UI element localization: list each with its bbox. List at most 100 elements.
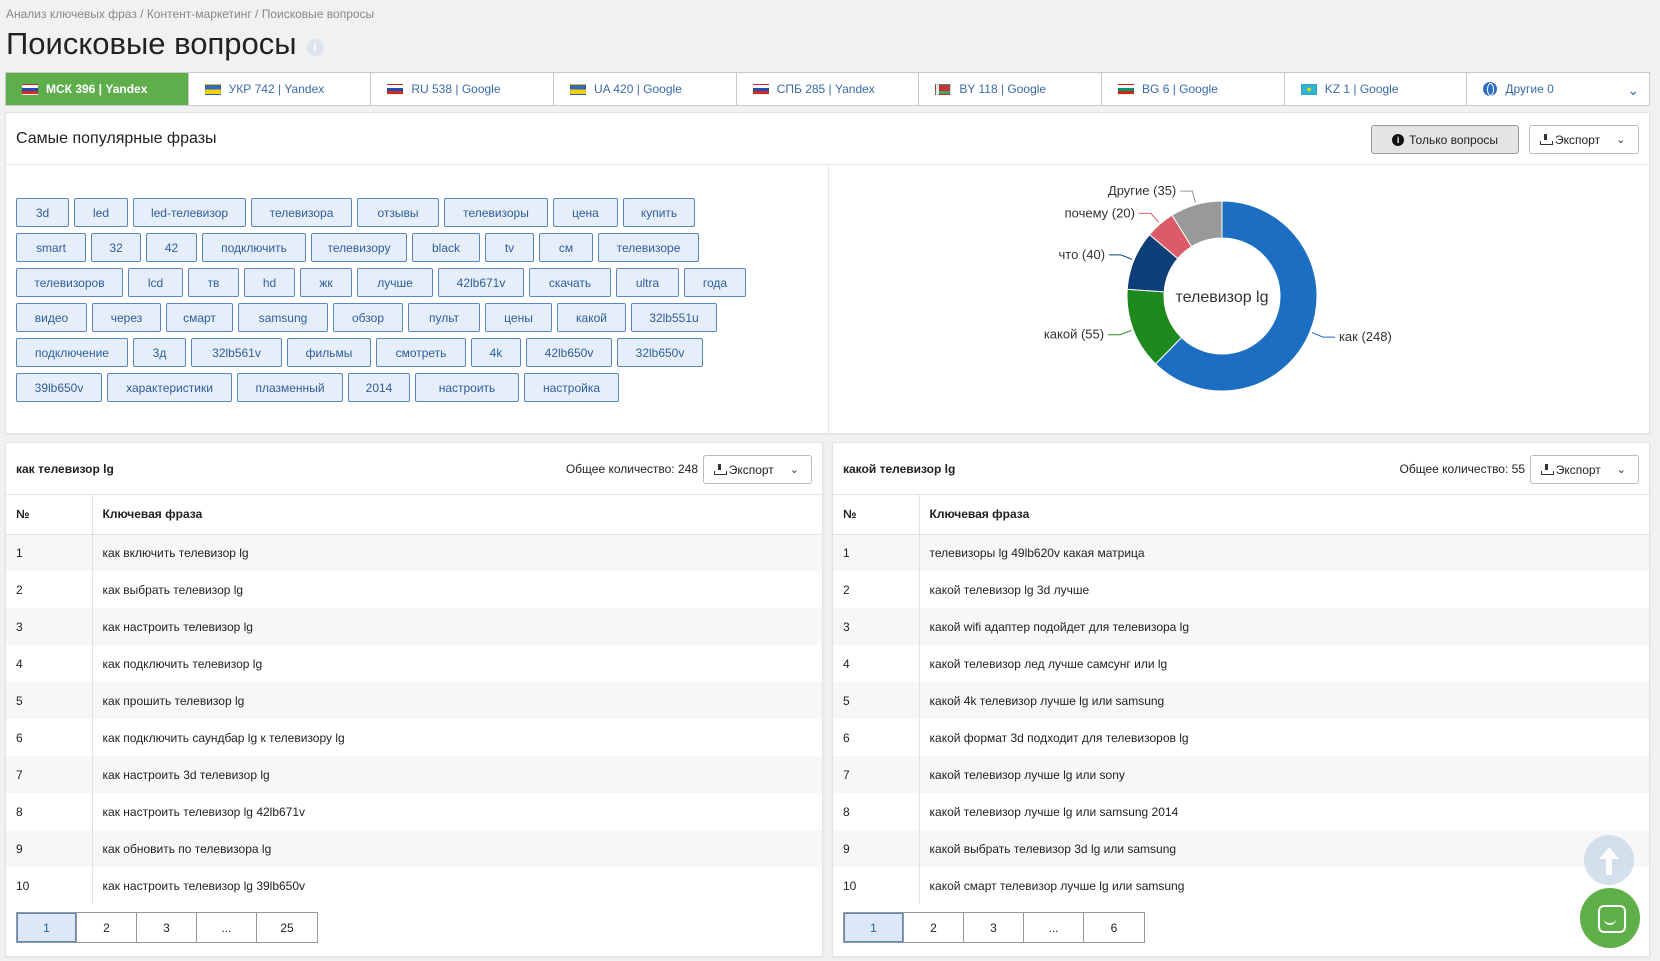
region-tab-1[interactable]: УКР 742 | Yandex — [189, 73, 372, 105]
table-row[interactable]: 1 как включить телевизор lg — [6, 534, 822, 571]
region-tab-3[interactable]: UA 420 | Google — [554, 73, 737, 105]
table-row[interactable]: 7 какой телевизор лучше lg или sony — [833, 756, 1649, 793]
keyword-tag[interactable]: года — [684, 268, 746, 297]
keyword-tag[interactable]: 3d — [16, 198, 69, 227]
page-button[interactable]: 1 — [844, 913, 904, 942]
export-button[interactable]: Экспорт ⌄ — [703, 455, 812, 484]
keyword-tag[interactable]: smart — [16, 233, 86, 262]
region-tab-6[interactable]: BG 6 | Google — [1102, 73, 1285, 105]
table-row[interactable]: 3 какой wifi адаптер подойдет для телевиз… — [833, 608, 1649, 645]
table-row[interactable]: 10 как настроить телевизор lg 39lb650v — [6, 867, 822, 904]
table-row[interactable]: 6 какой формат 3d подходит для телевизоро… — [833, 719, 1649, 756]
keyword-tag[interactable]: black — [412, 233, 480, 262]
keyword-tag[interactable]: led-телевизор — [133, 198, 246, 227]
keyword-tag[interactable]: 32lb650v — [617, 338, 703, 367]
keyword-tag[interactable]: 2014 — [348, 373, 410, 402]
column-header-number[interactable]: № — [833, 495, 920, 535]
keyword-tag[interactable]: характеристики — [107, 373, 232, 402]
column-header-phrase[interactable]: Ключевая фраза — [919, 495, 1649, 535]
keyword-tag[interactable]: 42lb671v — [438, 268, 524, 297]
row-phrase[interactable]: какой выбрать телевизор 3d lg или samsun… — [919, 830, 1649, 867]
row-phrase[interactable]: какой телевизор лучше lg или sony — [919, 756, 1649, 793]
keyword-tag[interactable]: см — [539, 233, 593, 262]
keyword-tag[interactable]: телевизору — [311, 233, 407, 262]
row-phrase[interactable]: как прошить телевизор lg — [92, 682, 822, 719]
keyword-tag[interactable]: 42 — [146, 233, 197, 262]
row-phrase[interactable]: как подключить телевизор lg — [92, 645, 822, 682]
keyword-tag[interactable]: настройка — [524, 373, 619, 402]
keyword-tag[interactable]: подключение — [16, 338, 128, 367]
keyword-tag[interactable]: телевизоры — [444, 198, 548, 227]
row-phrase[interactable]: какой формат 3d подходит для телевизоров… — [919, 719, 1649, 756]
keyword-tag[interactable]: плазменный — [237, 373, 343, 402]
page-button[interactable]: ... — [197, 913, 257, 942]
page-button[interactable]: 6 — [1084, 913, 1144, 942]
keyword-tag[interactable]: смотреть — [376, 338, 466, 367]
page-button[interactable]: 2 — [904, 913, 964, 942]
export-button[interactable]: Экспорт ⌄ — [1530, 455, 1639, 484]
keyword-tag[interactable]: цены — [485, 303, 552, 332]
keyword-tag[interactable]: hd — [244, 268, 295, 297]
row-phrase[interactable]: как настроить телевизор lg — [92, 608, 822, 645]
keyword-tag[interactable]: ultra — [616, 268, 679, 297]
row-phrase[interactable]: как настроить телевизор lg 39lb650v — [92, 867, 822, 904]
page-button[interactable]: 3 — [137, 913, 197, 942]
column-header-phrase[interactable]: Ключевая фраза — [92, 495, 822, 535]
keyword-tag[interactable]: телевизоров — [16, 268, 123, 297]
keyword-tag[interactable]: lcd — [128, 268, 183, 297]
table-row[interactable]: 8 какой телевизор лучше lg или samsung 20… — [833, 793, 1649, 830]
keyword-tag[interactable]: цена — [553, 198, 618, 227]
keyword-tag[interactable]: жк — [300, 268, 352, 297]
table-row[interactable]: 1 телевизоры lg 49lb620v какая матрица — [833, 534, 1649, 571]
region-tab-0[interactable]: МСК 396 | Yandex — [6, 73, 189, 105]
table-row[interactable]: 2 какой телевизор lg 3d лучше — [833, 571, 1649, 608]
table-row[interactable]: 9 какой выбрать телевизор 3d lg или samsu… — [833, 830, 1649, 867]
keyword-tag[interactable]: смарт — [166, 303, 233, 332]
row-phrase[interactable]: какой телевизор лед лучше самсунг или lg — [919, 645, 1649, 682]
row-phrase[interactable]: какой телевизор лучше lg или samsung 201… — [919, 793, 1649, 830]
row-phrase[interactable]: как подключить саундбар lg к телевизору … — [92, 719, 822, 756]
table-row[interactable]: 6 как подключить саундбар lg к телевизору… — [6, 719, 822, 756]
table-row[interactable]: 3 как настроить телевизор lg — [6, 608, 822, 645]
keyword-tag[interactable]: 3д — [133, 338, 186, 367]
region-tab-8[interactable]: Другие 0 ⌄ — [1467, 73, 1649, 105]
keyword-tag[interactable]: 42lb650v — [526, 338, 612, 367]
table-row[interactable]: 4 какой телевизор лед лучше самсунг или l… — [833, 645, 1649, 682]
page-button[interactable]: 25 — [257, 913, 317, 942]
row-phrase[interactable]: как выбрать телевизор lg — [92, 571, 822, 608]
row-phrase[interactable]: как настроить телевизор lg 42lb671v — [92, 793, 822, 830]
keyword-tag[interactable]: отзывы — [357, 198, 439, 227]
region-tab-5[interactable]: BY 118 | Google — [919, 73, 1103, 105]
keyword-tag[interactable]: 32 — [91, 233, 141, 262]
row-phrase[interactable]: какой 4k телевизор лучше lg или samsung — [919, 682, 1649, 719]
keyword-tag[interactable]: тв — [188, 268, 239, 297]
region-tab-2[interactable]: RU 538 | Google — [371, 73, 555, 105]
keyword-tag[interactable]: купить — [623, 198, 695, 227]
keyword-tag[interactable]: фильмы — [287, 338, 371, 367]
page-button[interactable]: 2 — [77, 913, 137, 942]
keyword-tag[interactable]: 32lb551u — [631, 303, 717, 332]
region-tab-7[interactable]: KZ 1 | Google — [1285, 73, 1468, 105]
table-row[interactable]: 4 как подключить телевизор lg — [6, 645, 822, 682]
row-phrase[interactable]: телевизоры lg 49lb620v какая матрица — [919, 534, 1649, 571]
table-row[interactable]: 9 как обновить по телевизора lg — [6, 830, 822, 867]
table-row[interactable]: 10 какой смарт телевизор лучше lg или sam… — [833, 867, 1649, 904]
row-phrase[interactable]: какой wifi адаптер подойдет для телевизо… — [919, 608, 1649, 645]
keyword-tag[interactable]: лучше — [357, 268, 433, 297]
only-questions-button[interactable]: i Только вопросы — [1371, 125, 1519, 154]
page-button[interactable]: 1 — [17, 913, 77, 942]
page-button[interactable]: ... — [1024, 913, 1084, 942]
row-phrase[interactable]: как обновить по телевизора lg — [92, 830, 822, 867]
keyword-tag[interactable]: пульт — [408, 303, 480, 332]
row-phrase[interactable]: как включить телевизор lg — [92, 534, 822, 571]
region-tab-4[interactable]: СПБ 285 | Yandex — [737, 73, 920, 105]
page-button[interactable]: 3 — [964, 913, 1024, 942]
keyword-tag[interactable]: tv — [485, 233, 534, 262]
keyword-tag[interactable]: телевизора — [251, 198, 352, 227]
table-row[interactable]: 5 какой 4k телевизор лучше lg или samsung — [833, 682, 1649, 719]
row-phrase[interactable]: какой телевизор lg 3d лучше — [919, 571, 1649, 608]
keyword-tag[interactable]: 32lb561v — [191, 338, 282, 367]
chat-icon[interactable] — [1580, 888, 1640, 948]
keyword-tag[interactable]: телевизоре — [598, 233, 699, 262]
keyword-tag[interactable]: samsung — [238, 303, 328, 332]
